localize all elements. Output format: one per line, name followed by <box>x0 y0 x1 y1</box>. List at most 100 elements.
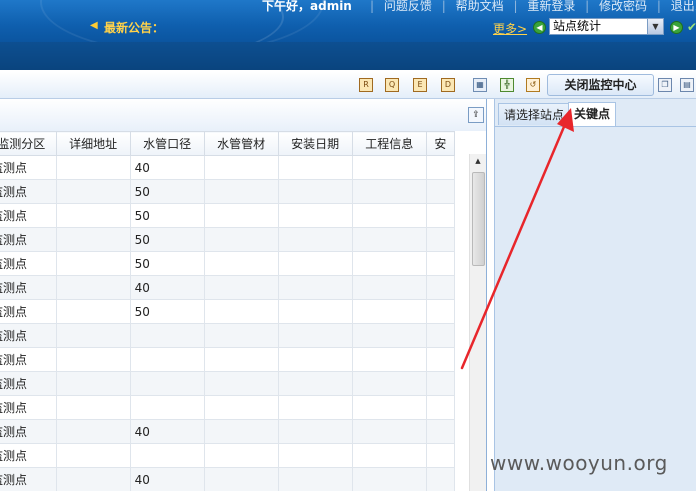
table-cell <box>351 467 427 491</box>
table-cell <box>351 299 427 324</box>
table-cell <box>425 227 456 252</box>
table-row[interactable]: 监测点 40 <box>0 467 456 491</box>
link-feedback[interactable]: 问题反馈 <box>384 0 432 13</box>
table-row[interactable]: 监测点 50 <box>0 179 456 204</box>
table-cell: 监测点 <box>0 347 57 372</box>
table-cell <box>55 155 131 180</box>
table-cell <box>203 419 279 444</box>
link-change-password[interactable]: 修改密码 <box>599 0 647 13</box>
table-cell <box>277 419 353 444</box>
column-header[interactable]: 水管管材 <box>203 131 279 156</box>
table-cell <box>351 419 427 444</box>
go-arrow-icon[interactable]: ▶ <box>670 21 683 34</box>
vertical-scrollbar[interactable]: ▲ <box>469 154 486 491</box>
table-cell: 监测点 <box>0 203 57 228</box>
link-help[interactable]: 帮助文档 <box>456 0 504 13</box>
table-row[interactable]: 监测点 40 <box>0 155 456 180</box>
table-cell: 监测点 <box>0 419 57 444</box>
window-icon[interactable]: ❐ <box>658 78 672 92</box>
table-cell <box>203 275 279 300</box>
table-cell <box>425 155 456 180</box>
tree-icon[interactable]: ╬ <box>500 78 514 92</box>
table-cell <box>425 371 456 396</box>
table-cell: 监测点 <box>0 467 57 491</box>
query-icon[interactable]: Q <box>385 78 399 92</box>
table-row[interactable]: 监测点 40 <box>0 419 456 444</box>
column-header[interactable]: 安装日期 <box>277 131 353 156</box>
refresh-icon[interactable]: ↺ <box>526 78 540 92</box>
table-row[interactable]: 监测点 <box>0 347 456 372</box>
table-row[interactable]: 监测点 <box>0 371 456 396</box>
table-cell: 50 <box>129 299 205 324</box>
close-monitor-button[interactable]: 关闭监控中心 <box>547 74 654 96</box>
table-cell <box>351 251 427 276</box>
monitor-panel: 请选择站点 关键点 <box>494 99 696 491</box>
tab-key-points[interactable]: 关键点 <box>568 102 617 126</box>
table-cell <box>277 275 353 300</box>
table-cell: 40 <box>129 467 205 491</box>
table-cell <box>425 419 456 444</box>
table-cell <box>277 443 353 468</box>
table-cell <box>55 443 131 468</box>
link-relogin[interactable]: 重新登录 <box>527 0 575 13</box>
table-cell <box>203 323 279 348</box>
table-cell <box>129 347 205 372</box>
tab-select-site[interactable]: 请选择站点 <box>498 103 571 125</box>
chevron-down-icon[interactable]: ▼ <box>647 19 663 34</box>
table-cell <box>351 371 427 396</box>
table-header-row: 监测分区 详细地址 水管口径 水管管材 安装日期 工程信息 安 <box>0 131 456 156</box>
prev-arrow-icon[interactable]: ◀ <box>533 21 546 34</box>
tab-strip: 请选择站点 关键点 <box>495 99 696 127</box>
speaker-icon: ◀ <box>90 20 98 31</box>
column-header[interactable]: 详细地址 <box>55 131 131 156</box>
tab-content <box>495 127 696 491</box>
column-header[interactable]: 监测分区 <box>0 131 57 156</box>
table-cell <box>203 347 279 372</box>
table-cell <box>203 395 279 420</box>
table-row[interactable]: 监测点 <box>0 395 456 420</box>
site-select-value: 站点统计 <box>553 19 602 33</box>
table-cell <box>351 275 427 300</box>
table-cell <box>277 203 353 228</box>
column-header[interactable]: 工程信息 <box>351 131 427 156</box>
table-row[interactable]: 监测点 <box>0 323 456 348</box>
table-cell <box>55 251 131 276</box>
table-cell <box>425 467 456 491</box>
table-cell <box>203 155 279 180</box>
column-header[interactable]: 安 <box>425 131 456 156</box>
table-cell <box>129 443 205 468</box>
table-row[interactable]: 监测点 50 <box>0 203 456 228</box>
table-cell <box>425 179 456 204</box>
link-logout[interactable]: 退出系 <box>671 0 696 13</box>
table-cell <box>203 179 279 204</box>
report-icon[interactable]: R <box>359 78 373 92</box>
table-cell <box>351 203 427 228</box>
table-cell: 50 <box>129 227 205 252</box>
table-row[interactable]: 监测点 50 <box>0 299 456 324</box>
scroll-up-icon[interactable]: ▲ <box>470 154 486 168</box>
table-cell: 50 <box>129 203 205 228</box>
table-cell <box>351 227 427 252</box>
more-link[interactable]: 更多> <box>493 20 527 37</box>
export-icon[interactable]: ⇪ <box>468 107 484 123</box>
table-cell <box>425 347 456 372</box>
window-settings-icon[interactable]: ▤ <box>680 78 694 92</box>
table-row[interactable]: 监测点 50 <box>0 251 456 276</box>
table-cell <box>55 323 131 348</box>
table-cell <box>129 395 205 420</box>
table-cell <box>55 347 131 372</box>
column-header[interactable]: 水管口径 <box>129 131 205 156</box>
edit-icon[interactable]: E <box>413 78 427 92</box>
table-cell: 40 <box>129 419 205 444</box>
table-row[interactable]: 监测点 40 <box>0 275 456 300</box>
data-grid-panel: ⇪ 监测分区 详细地址 水管口径 水管管材 安装日期 工程信息 安 监测点40监… <box>0 99 487 491</box>
data-grid: 监测分区 详细地址 水管口径 水管管材 安装日期 工程信息 安 监测点40监测点… <box>0 131 469 491</box>
go-check-icon[interactable]: ✔ <box>687 20 696 34</box>
table-cell <box>277 467 353 491</box>
table-row[interactable]: 监测点 <box>0 443 456 468</box>
table-row[interactable]: 监测点 50 <box>0 227 456 252</box>
site-select[interactable]: 站点统计 ▼ <box>549 18 664 35</box>
chart-icon[interactable]: ▦ <box>473 78 487 92</box>
scroll-thumb[interactable] <box>472 172 485 266</box>
document-icon[interactable]: D <box>441 78 455 92</box>
